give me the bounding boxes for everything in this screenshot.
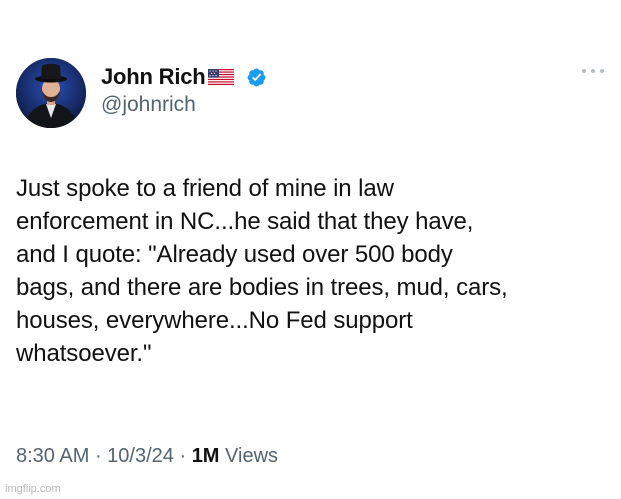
tweet-date[interactable]: 10/3/24 — [107, 445, 174, 468]
tweet-text: Just spoke to a friend of mine in law en… — [16, 175, 508, 367]
author-name-row: John Rich — [101, 62, 267, 92]
more-dot — [582, 69, 586, 73]
meta-separator: · — [89, 445, 108, 467]
meta-separator: · — [173, 445, 192, 467]
avatar[interactable] — [16, 58, 86, 128]
watermark: imgflip.com — [5, 483, 61, 495]
more-options-icon[interactable] — [582, 66, 604, 76]
avatar-image — [16, 58, 86, 128]
more-dot — [600, 69, 604, 73]
views-count: 1M — [191, 445, 220, 467]
us-flag-icon — [207, 69, 234, 85]
tweet-time[interactable]: 8:30 AM — [16, 445, 89, 468]
author-handle[interactable]: @johnrich — [101, 93, 196, 117]
tweet-meta: 8:30 AM · 10/3/24 · 1M Views — [16, 445, 278, 468]
tweet-card: John Rich @johnrich Just spoke to a frie… — [0, 0, 621, 499]
author-display-name[interactable]: John Rich — [101, 64, 206, 90]
more-dot — [591, 69, 595, 73]
views-label: Views — [219, 445, 279, 467]
verified-badge-icon — [246, 67, 267, 88]
